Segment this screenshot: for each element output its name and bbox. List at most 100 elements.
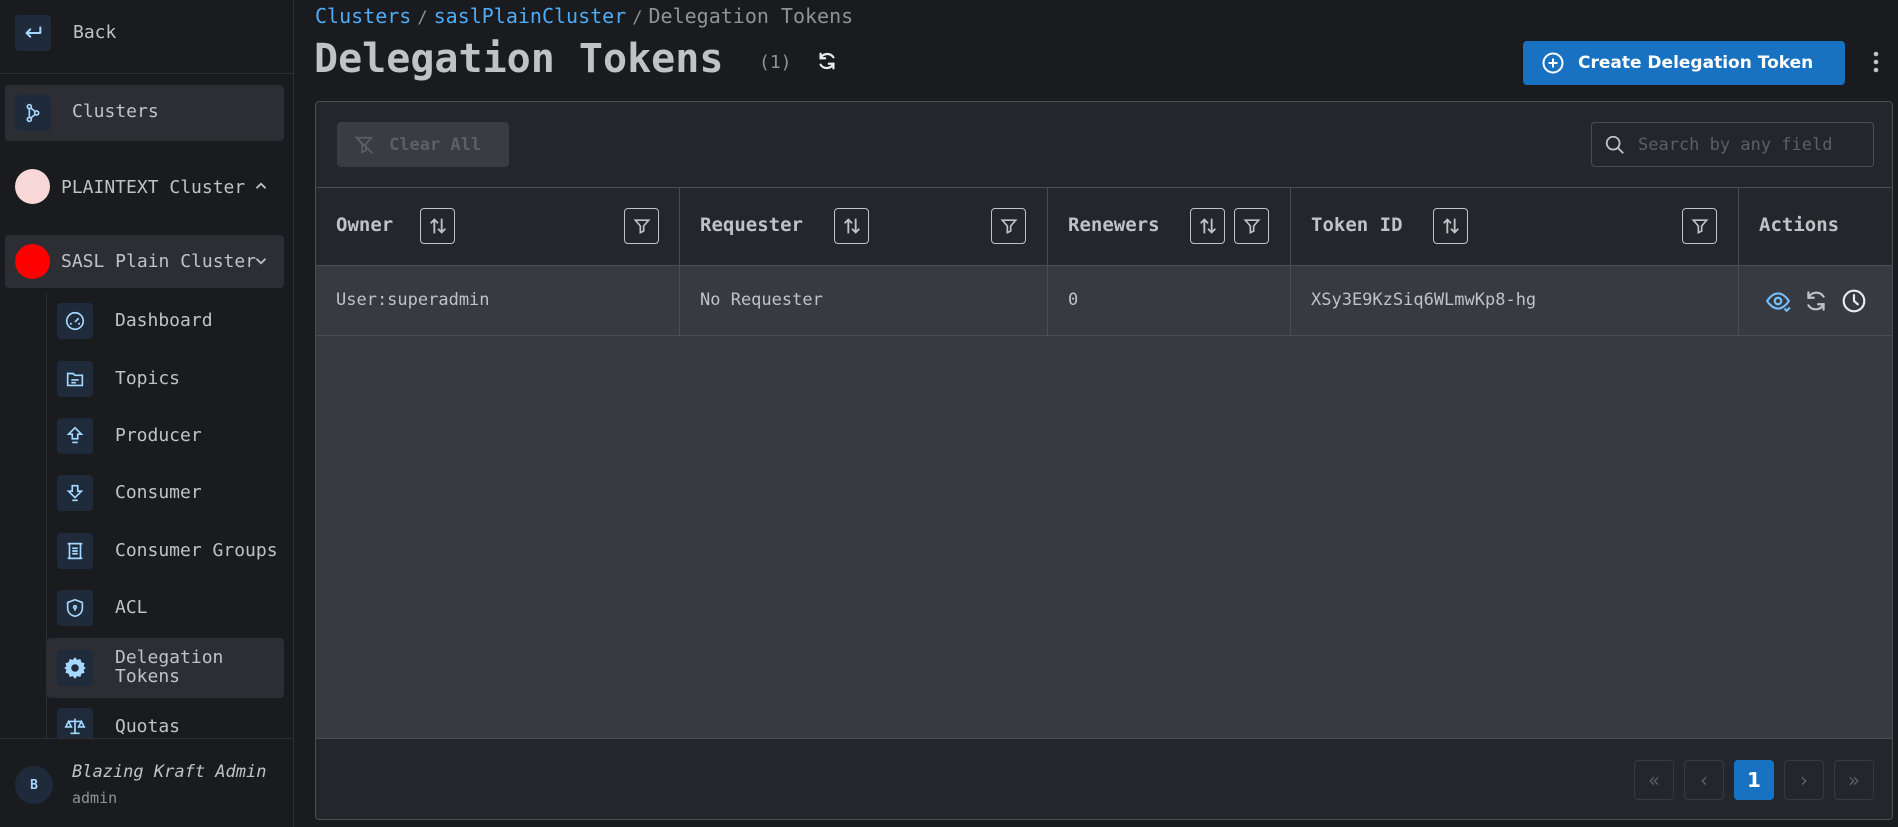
cluster-color-dot	[15, 244, 50, 279]
sidebar-item-label: Consumer Groups	[115, 540, 278, 561]
column-header-label: Token ID	[1311, 214, 1403, 236]
gear-badge-icon	[57, 650, 93, 686]
sidebar-item-acl[interactable]: ACL	[47, 583, 284, 633]
sidebar-item-label: ACL	[115, 597, 148, 618]
filter-renewers-button[interactable]	[1234, 208, 1269, 244]
cell-token-id: XSy3E9KzSiq6WLmwKp8-hg	[1291, 266, 1739, 336]
sidebar-item-producer[interactable]: Producer	[47, 411, 284, 461]
cluster-label: PLAINTEXT Cluster	[61, 177, 246, 198]
expire-clock-icon[interactable]	[1841, 288, 1867, 314]
avatar: B	[15, 766, 53, 804]
sort-icon	[843, 218, 860, 234]
table-header: Owner Requester Renewers Token ID Action…	[316, 188, 1892, 266]
cluster-label: SASL Plain Cluster	[61, 251, 257, 272]
consumer-groups-icon	[57, 533, 93, 569]
sidebar-item-dashboard[interactable]: Dashboard	[47, 296, 284, 346]
sidebar-item-label: Topics	[115, 368, 181, 389]
cell-requester: No Requester	[680, 266, 1048, 336]
column-requester: Requester	[680, 188, 1048, 266]
next-page-button[interactable]: ›	[1784, 760, 1824, 800]
breadcrumb-cluster[interactable]: saslPlainCluster	[434, 4, 627, 28]
sidebar-item-delegation-tokens[interactable]: Delegation Tokens	[47, 638, 284, 698]
filter-requester-button[interactable]	[991, 208, 1026, 244]
back-button[interactable]: Back	[0, 0, 294, 74]
producer-upload-icon	[57, 418, 93, 454]
cluster-plaintext[interactable]: PLAINTEXT Cluster	[5, 160, 284, 213]
sort-renewers-button[interactable]	[1190, 208, 1225, 244]
column-owner: Owner	[316, 188, 680, 266]
sort-requester-button[interactable]	[834, 208, 869, 244]
column-actions: Actions	[1739, 188, 1892, 266]
dashboard-gauge-icon	[57, 303, 93, 339]
tokens-table-panel: Clear All Owner Requester Ren	[315, 101, 1893, 820]
sort-token-id-button[interactable]	[1433, 208, 1468, 244]
sidebar-item-topics[interactable]: Topics	[47, 354, 284, 404]
breadcrumb-separator: /	[417, 8, 428, 28]
clusters-icon	[15, 95, 51, 131]
create-delegation-token-button[interactable]: Create Delegation Token	[1523, 41, 1845, 85]
chevron-down-icon	[255, 258, 267, 265]
search-icon	[1605, 135, 1624, 154]
view-eye-icon[interactable]	[1765, 288, 1791, 314]
shield-icon	[57, 590, 93, 626]
scale-icon	[57, 708, 93, 738]
cell-actions	[1739, 266, 1892, 336]
user-name: Blazing Kraft Admin	[72, 762, 267, 782]
refresh-icon[interactable]	[816, 50, 838, 72]
sidebar-item-label: Consumer	[115, 482, 202, 503]
sort-icon	[1199, 218, 1216, 234]
filter-icon	[1243, 219, 1260, 235]
column-token-id: Token ID	[1291, 188, 1739, 266]
filter-icon	[1691, 219, 1708, 235]
user-profile[interactable]: B Blazing Kraft Admin admin	[0, 738, 294, 827]
sidebar-item-consumer-groups[interactable]: Consumer Groups	[47, 526, 284, 576]
sidebar-item-quotas[interactable]: Quotas	[47, 701, 284, 738]
table-toolbar: Clear All	[316, 102, 1892, 188]
column-header-label: Requester	[700, 214, 803, 236]
sidebar-item-label: Delegation Tokens	[115, 647, 224, 687]
sort-icon	[1442, 218, 1459, 234]
first-page-button[interactable]: «	[1634, 760, 1674, 800]
breadcrumb: Clusters / saslPlainCluster / Delegation Tok…	[315, 4, 853, 28]
sidebar-item-label: Producer	[115, 425, 202, 446]
sort-owner-button[interactable]	[420, 208, 455, 244]
create-delegation-token-label: Create Delegation Token	[1578, 53, 1814, 73]
cluster-sasl-plain[interactable]: SASL Plain Cluster	[5, 235, 284, 288]
breadcrumb-separator: /	[632, 8, 643, 28]
search-box[interactable]	[1591, 122, 1874, 167]
owner-value: User:superadmin	[336, 290, 490, 310]
last-page-button[interactable]: »	[1834, 760, 1874, 800]
page-1-button[interactable]: 1	[1734, 760, 1774, 800]
column-header-label: Actions	[1759, 214, 1840, 236]
filter-icon	[633, 219, 650, 235]
column-renewers: Renewers	[1048, 188, 1291, 266]
cluster-color-dot	[15, 169, 50, 204]
column-header-label: Renewers	[1068, 214, 1160, 236]
breadcrumb-current: Delegation Tokens	[648, 4, 854, 28]
table-row: User:superadmin No Requester 0 XSy3E9KzS…	[316, 266, 1892, 336]
column-header-label: Owner	[336, 214, 394, 236]
sidebar-item-label: Quotas	[115, 716, 181, 737]
plus-circle-icon	[1542, 52, 1564, 74]
filter-owner-button[interactable]	[624, 208, 659, 244]
prev-page-button[interactable]: ‹	[1684, 760, 1724, 800]
renewers-value: 0	[1068, 290, 1079, 310]
topics-icon	[57, 361, 93, 397]
filter-token-id-button[interactable]	[1682, 208, 1717, 244]
sidebar: Back Clusters PLAINTEXT Cluster SASL Pla…	[0, 0, 294, 827]
page-title: Delegation Tokens	[314, 36, 724, 82]
search-input[interactable]	[1638, 134, 1858, 155]
renew-icon[interactable]	[1803, 288, 1829, 314]
clear-all-label: Clear All	[389, 134, 482, 155]
nav-clusters-label: Clusters	[72, 101, 159, 122]
filter-off-icon	[354, 135, 374, 154]
clear-all-button[interactable]: Clear All	[337, 122, 509, 167]
token-count: (1)	[759, 52, 792, 73]
nav-clusters[interactable]: Clusters	[5, 85, 284, 141]
cell-owner: User:superadmin	[316, 266, 680, 336]
back-label: Back	[73, 22, 117, 43]
more-options-icon[interactable]	[1868, 48, 1884, 76]
user-role: admin	[72, 789, 118, 807]
breadcrumb-clusters[interactable]: Clusters	[315, 4, 411, 28]
sidebar-item-consumer[interactable]: Consumer	[47, 468, 284, 518]
